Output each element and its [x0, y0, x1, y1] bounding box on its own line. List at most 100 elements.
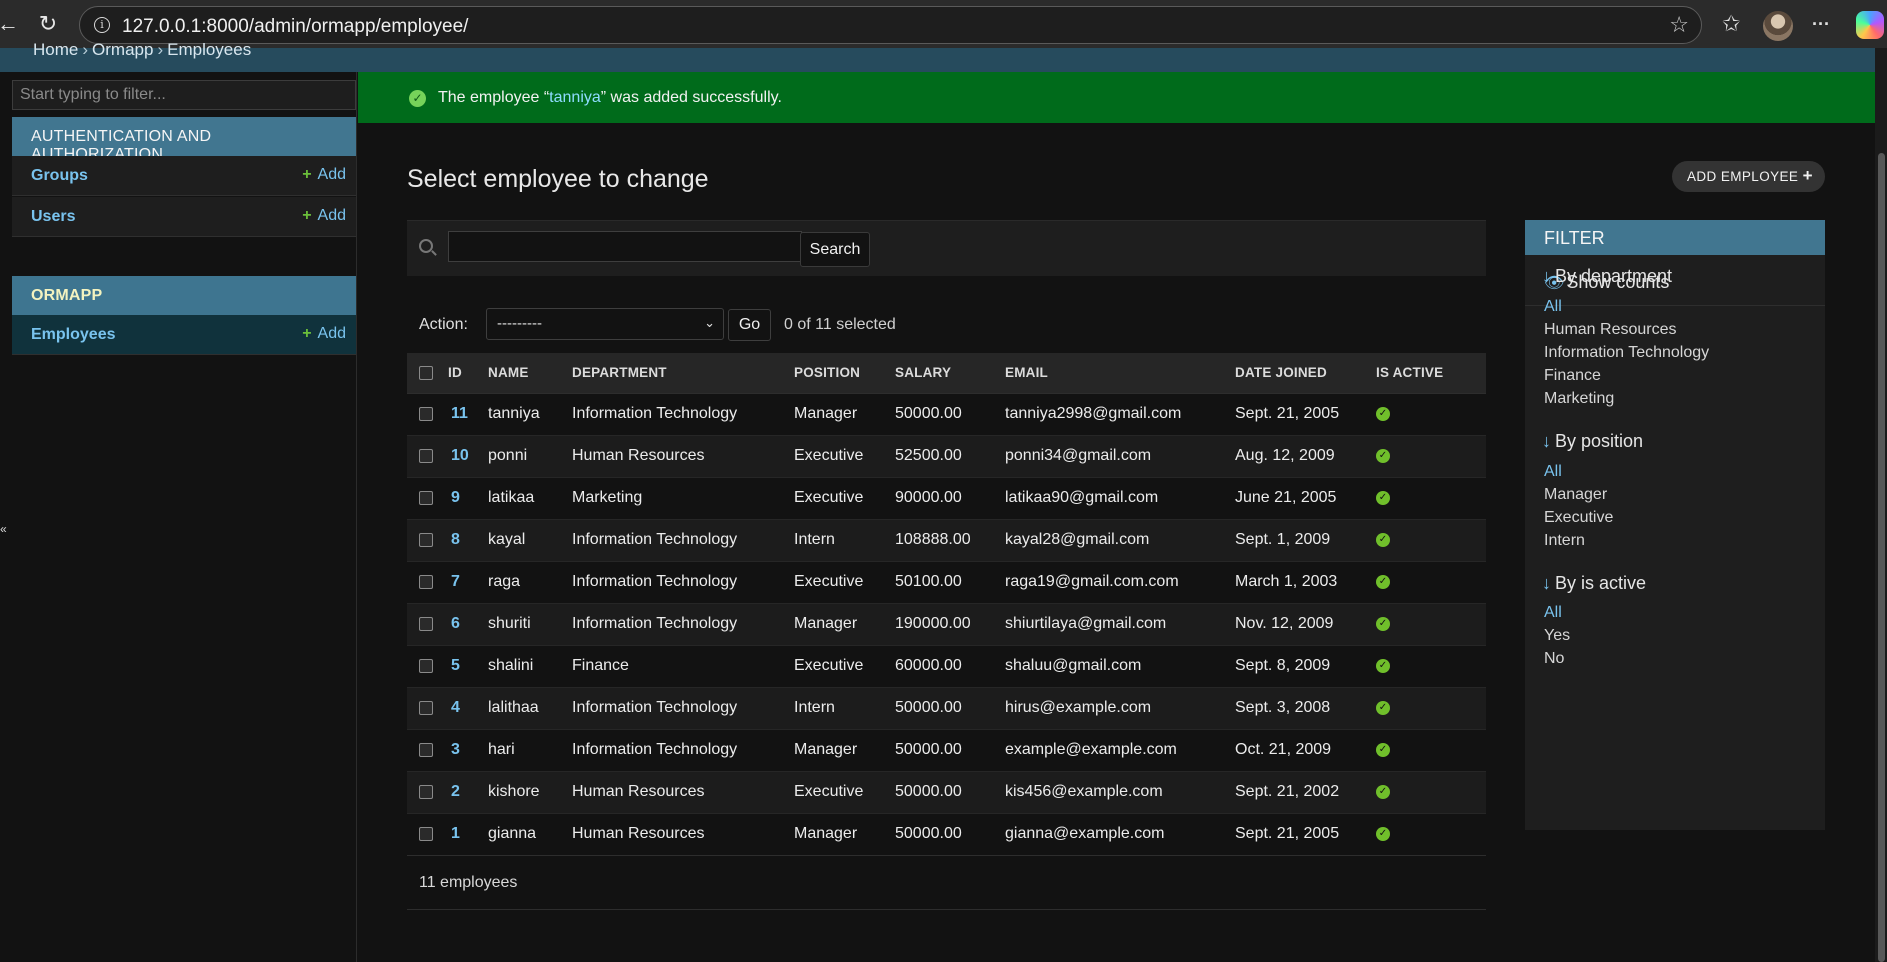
table-row[interactable]: 4 lalithaa Information Technology Intern 500…: [407, 687, 1486, 730]
sidebar-item-label[interactable]: Users: [31, 208, 75, 226]
cell-id[interactable]: 11: [443, 393, 483, 436]
sidebar-item-employees[interactable]: Employees + Add: [12, 315, 356, 355]
column-header-is-active[interactable]: IS ACTIVE: [1371, 353, 1486, 394]
page-scrollbar[interactable]: [1875, 48, 1887, 962]
sidebar-toggle-icon[interactable]: «: [0, 522, 7, 536]
nav-filter-input[interactable]: Start typing to filter...: [12, 80, 356, 110]
table-row[interactable]: 8 kayal Information Technology Intern 108888…: [407, 519, 1486, 562]
add-label[interactable]: Add: [318, 166, 346, 183]
column-header-name[interactable]: NAME: [483, 353, 567, 394]
go-button[interactable]: Go: [728, 309, 771, 341]
filter-option[interactable]: Human Resources: [1544, 321, 1677, 339]
refresh-icon[interactable]: ↻: [34, 10, 62, 38]
filter-group-label: By department: [1555, 266, 1673, 286]
sidebar-item-groups[interactable]: Groups + Add: [12, 156, 356, 196]
cell-name: kayal: [483, 519, 567, 562]
copilot-icon[interactable]: [1856, 11, 1884, 39]
add-employee-button[interactable]: ADD EMPLOYEE +: [1672, 161, 1825, 192]
add-employees-link[interactable]: + Add: [302, 325, 346, 343]
select-all-checkbox[interactable]: [419, 366, 433, 381]
cell-id[interactable]: 10: [443, 435, 483, 478]
filter-option[interactable]: All: [1544, 298, 1562, 316]
cell-is-active: ✓: [1371, 603, 1486, 646]
table-row[interactable]: 5 shalini Finance Executive 60000.00 shaluu@g…: [407, 645, 1486, 688]
table-row[interactable]: 2 kishore Human Resources Executive 50000.00…: [407, 771, 1486, 814]
column-header-department[interactable]: DEPARTMENT: [567, 353, 789, 394]
cell-id[interactable]: 7: [443, 561, 483, 604]
table-row[interactable]: 7 raga Information Technology Executive 5010…: [407, 561, 1486, 604]
cell-id[interactable]: 5: [443, 645, 483, 688]
table-row[interactable]: 3 hari Information Technology Manager 50000.…: [407, 729, 1486, 772]
row-checkbox[interactable]: [419, 700, 433, 715]
cell-id[interactable]: 3: [443, 729, 483, 772]
table-row[interactable]: 11 tanniya Information Technology Manager 50…: [407, 393, 1486, 436]
favorites-icon[interactable]: ✩: [1722, 10, 1740, 38]
add-groups-link[interactable]: + Add: [302, 166, 346, 184]
add-label[interactable]: Add: [318, 325, 346, 342]
info-icon[interactable]: i: [94, 17, 110, 33]
cell-id[interactable]: 4: [443, 687, 483, 730]
scrollbar-thumb[interactable]: [1878, 153, 1885, 962]
module-caption-ormapp[interactable]: ORMAPP: [12, 276, 356, 315]
search-input[interactable]: [448, 231, 802, 262]
row-checkbox[interactable]: [419, 574, 433, 589]
avatar[interactable]: [1763, 11, 1793, 41]
filter-option[interactable]: Intern: [1544, 532, 1585, 550]
row-checkbox[interactable]: [419, 616, 433, 631]
table-row[interactable]: 10 ponni Human Resources Executive 52500.00 p…: [407, 435, 1486, 478]
table-row[interactable]: 6 shuriti Information Technology Manager 190…: [407, 603, 1486, 646]
add-label[interactable]: Add: [318, 207, 346, 224]
column-header-salary[interactable]: SALARY: [890, 353, 1000, 394]
row-checkbox[interactable]: [419, 532, 433, 547]
cell-id[interactable]: 9: [443, 477, 483, 520]
breadcrumb-home[interactable]: Home: [33, 40, 78, 59]
back-icon[interactable]: ←: [0, 10, 22, 38]
column-header-position[interactable]: POSITION: [789, 353, 890, 394]
filter-option[interactable]: All: [1544, 604, 1562, 622]
sidebar-item-label[interactable]: Employees: [31, 326, 115, 344]
module-caption-auth[interactable]: AUTHENTICATION AND AUTHORIZATION: [12, 117, 356, 163]
active-true-icon: ✓: [1376, 742, 1390, 757]
filter-option[interactable]: Executive: [1544, 509, 1613, 527]
cell-position: Manager: [789, 813, 890, 856]
message-object-link[interactable]: tanniya: [549, 89, 601, 106]
filter-option[interactable]: Finance: [1544, 367, 1601, 385]
cell-position: Executive: [789, 645, 890, 688]
row-checkbox[interactable]: [419, 742, 433, 757]
breadcrumb-app[interactable]: Ormapp: [92, 40, 153, 59]
plus-icon: +: [302, 325, 312, 342]
table-row[interactable]: 1 gianna Human Resources Manager 50000.00 gia…: [407, 813, 1486, 856]
filter-option[interactable]: All: [1544, 463, 1562, 481]
cell-id[interactable]: 1: [443, 813, 483, 856]
cell-id[interactable]: 2: [443, 771, 483, 814]
column-header-date-joined[interactable]: DATE JOINED: [1230, 353, 1371, 394]
row-checkbox[interactable]: [419, 490, 433, 505]
more-icon[interactable]: ···: [1812, 10, 1830, 38]
filter-option[interactable]: Yes: [1544, 627, 1570, 645]
cell-id[interactable]: 8: [443, 519, 483, 562]
row-checkbox[interactable]: [419, 784, 433, 799]
row-checkbox[interactable]: [419, 406, 433, 421]
star-icon[interactable]: ☆: [1669, 12, 1689, 38]
row-checkbox[interactable]: [419, 826, 433, 841]
filter-option[interactable]: Manager: [1544, 486, 1607, 504]
sidebar-item-label[interactable]: Groups: [31, 167, 88, 185]
add-employee-label[interactable]: ADD EMPLOYEE: [1687, 169, 1798, 184]
cell-id[interactable]: 6: [443, 603, 483, 646]
filter-option[interactable]: Information Technology: [1544, 344, 1709, 362]
search-button[interactable]: Search: [800, 232, 870, 267]
action-select[interactable]: --------- ⌄: [486, 308, 724, 340]
address-bar[interactable]: i 127.0.0.1:8000/admin/ormapp/employee/ …: [79, 6, 1702, 44]
add-users-link[interactable]: + Add: [302, 207, 346, 225]
filter-option[interactable]: Marketing: [1544, 390, 1614, 408]
column-header-email[interactable]: EMAIL: [1000, 353, 1230, 394]
sidebar-item-users[interactable]: Users + Add: [12, 197, 356, 237]
column-header-id[interactable]: ID: [443, 353, 483, 394]
url-text[interactable]: 127.0.0.1:8000/admin/ormapp/employee/: [122, 16, 468, 38]
active-true-icon: ✓: [1376, 532, 1390, 547]
row-checkbox[interactable]: [419, 448, 433, 463]
filter-option[interactable]: No: [1544, 650, 1564, 668]
row-checkbox[interactable]: [419, 658, 433, 673]
table-row[interactable]: 9 latikaa Marketing Executive 90000.00 latika…: [407, 477, 1486, 520]
action-selected-value[interactable]: ---------: [497, 315, 542, 332]
